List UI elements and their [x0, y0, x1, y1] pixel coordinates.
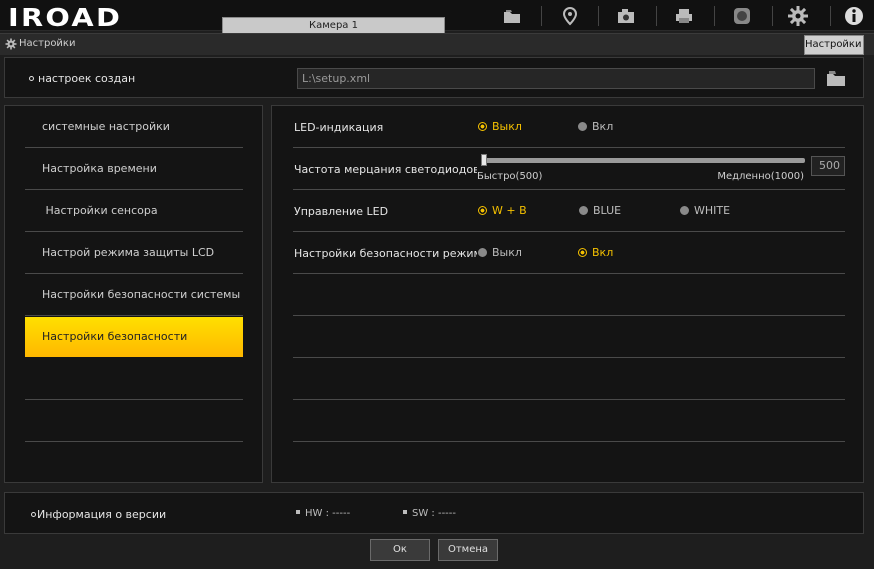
led-control-label: Управление LED	[294, 205, 389, 218]
menu-item-security[interactable]: Настройки безопасности	[25, 317, 243, 357]
toolbar-separator	[830, 6, 831, 26]
info-icon[interactable]	[840, 4, 868, 28]
folder-icon	[827, 71, 845, 86]
slider-max-label: Медленно(1000)	[717, 171, 804, 182]
radio-unselected-icon	[680, 205, 689, 215]
bullet-icon	[296, 510, 300, 514]
menu-empty-row	[25, 358, 243, 400]
menu-item-lcd-protection[interactable]: Настрой режима защиты LCD	[25, 232, 243, 274]
led-control-wb-radio[interactable]: W + B	[478, 204, 527, 217]
toolbar-separator	[656, 6, 657, 26]
window-title: Настройки	[19, 38, 76, 49]
empty-row	[293, 400, 845, 442]
led-indication-on-radio[interactable]: Вкл	[578, 120, 613, 133]
led-control-white-radio[interactable]: WHITE	[680, 204, 730, 217]
camera-icon[interactable]	[612, 4, 640, 28]
empty-row	[293, 274, 845, 316]
gear-icon[interactable]	[784, 4, 812, 28]
blink-rate-value[interactable]: 500	[811, 156, 845, 176]
security-mode-row: Настройки безопасности режима з Выкл Вкл	[293, 232, 845, 274]
version-info-row: Информация о версии HW : ----- SW : ----…	[4, 492, 864, 534]
led-control-row: Управление LED W + B BLUE WHITE	[293, 190, 845, 232]
security-mode-label: Настройки безопасности режима з	[294, 247, 477, 260]
radio-unselected-icon	[579, 205, 588, 215]
radio-selected-icon	[478, 205, 487, 215]
menu-item-system-security[interactable]: Настройки безопасности системы	[25, 274, 243, 316]
led-indication-off-radio[interactable]: Выкл	[478, 120, 522, 133]
menu-item-time[interactable]: Настройка времени	[25, 148, 243, 190]
setup-file-row: настроек создан	[4, 57, 864, 98]
top-bar: IROAD Камера 1	[0, 0, 874, 33]
led-indication-row: LED-индикация Выкл Вкл	[293, 106, 845, 148]
app-logo: IROAD	[8, 3, 123, 32]
blink-rate-row: Частота мерцания светодиодов Быстро(500)…	[293, 148, 845, 190]
radio-unselected-icon	[578, 121, 587, 131]
radio-selected-icon	[478, 121, 487, 131]
radio-selected-icon	[578, 247, 587, 257]
security-mode-off-radio[interactable]: Выкл	[478, 246, 522, 259]
record-icon[interactable]	[728, 4, 756, 28]
led-control-blue-radio[interactable]: BLUE	[579, 204, 621, 217]
menu-empty-row	[25, 400, 243, 442]
sw-version: SW : -----	[403, 508, 456, 519]
settings-titlebar: Настройки Настройки по умолчанию	[0, 33, 874, 55]
toolbar-separator	[714, 6, 715, 26]
toolbar-separator	[772, 6, 773, 26]
open-folder-button[interactable]	[825, 68, 849, 90]
version-label: Информация о версии	[31, 508, 166, 521]
bullet-icon	[29, 75, 34, 81]
settings-menu: системные настройки Настройка времени На…	[4, 105, 263, 483]
security-mode-on-radio[interactable]: Вкл	[578, 246, 613, 259]
menu-item-sensor[interactable]: Настройки сенсора	[25, 190, 243, 232]
ok-button[interactable]: Ок	[370, 539, 430, 561]
slider-thumb[interactable]	[481, 154, 487, 166]
settings-panel: LED-индикация Выкл Вкл Частота мерцания …	[271, 105, 864, 483]
toolbar-separator	[598, 6, 599, 26]
folder-icon[interactable]	[498, 4, 526, 28]
led-indication-label: LED-индикация	[294, 121, 384, 134]
default-settings-button[interactable]: Настройки по умолчанию	[804, 35, 864, 55]
bullet-icon	[31, 511, 36, 517]
camera-tab[interactable]: Камера 1	[222, 17, 445, 33]
cancel-button[interactable]: Отмена	[438, 539, 498, 561]
empty-row	[293, 358, 845, 400]
setup-label: настроек создан	[29, 72, 135, 85]
setup-path-input[interactable]	[297, 68, 815, 89]
slider-min-label: Быстро(500)	[477, 171, 543, 182]
bullet-icon	[403, 510, 407, 514]
location-pin-icon[interactable]	[556, 4, 584, 28]
radio-unselected-icon	[478, 247, 487, 257]
printer-icon[interactable]	[670, 4, 698, 28]
blink-rate-label: Частота мерцания светодиодов	[294, 163, 477, 176]
blink-rate-slider[interactable]	[481, 154, 805, 166]
empty-row	[293, 316, 845, 358]
settings-gear-icon	[5, 38, 17, 50]
toolbar-separator	[541, 6, 542, 26]
hw-version: HW : -----	[296, 508, 350, 519]
menu-item-system[interactable]: системные настройки	[25, 106, 243, 148]
